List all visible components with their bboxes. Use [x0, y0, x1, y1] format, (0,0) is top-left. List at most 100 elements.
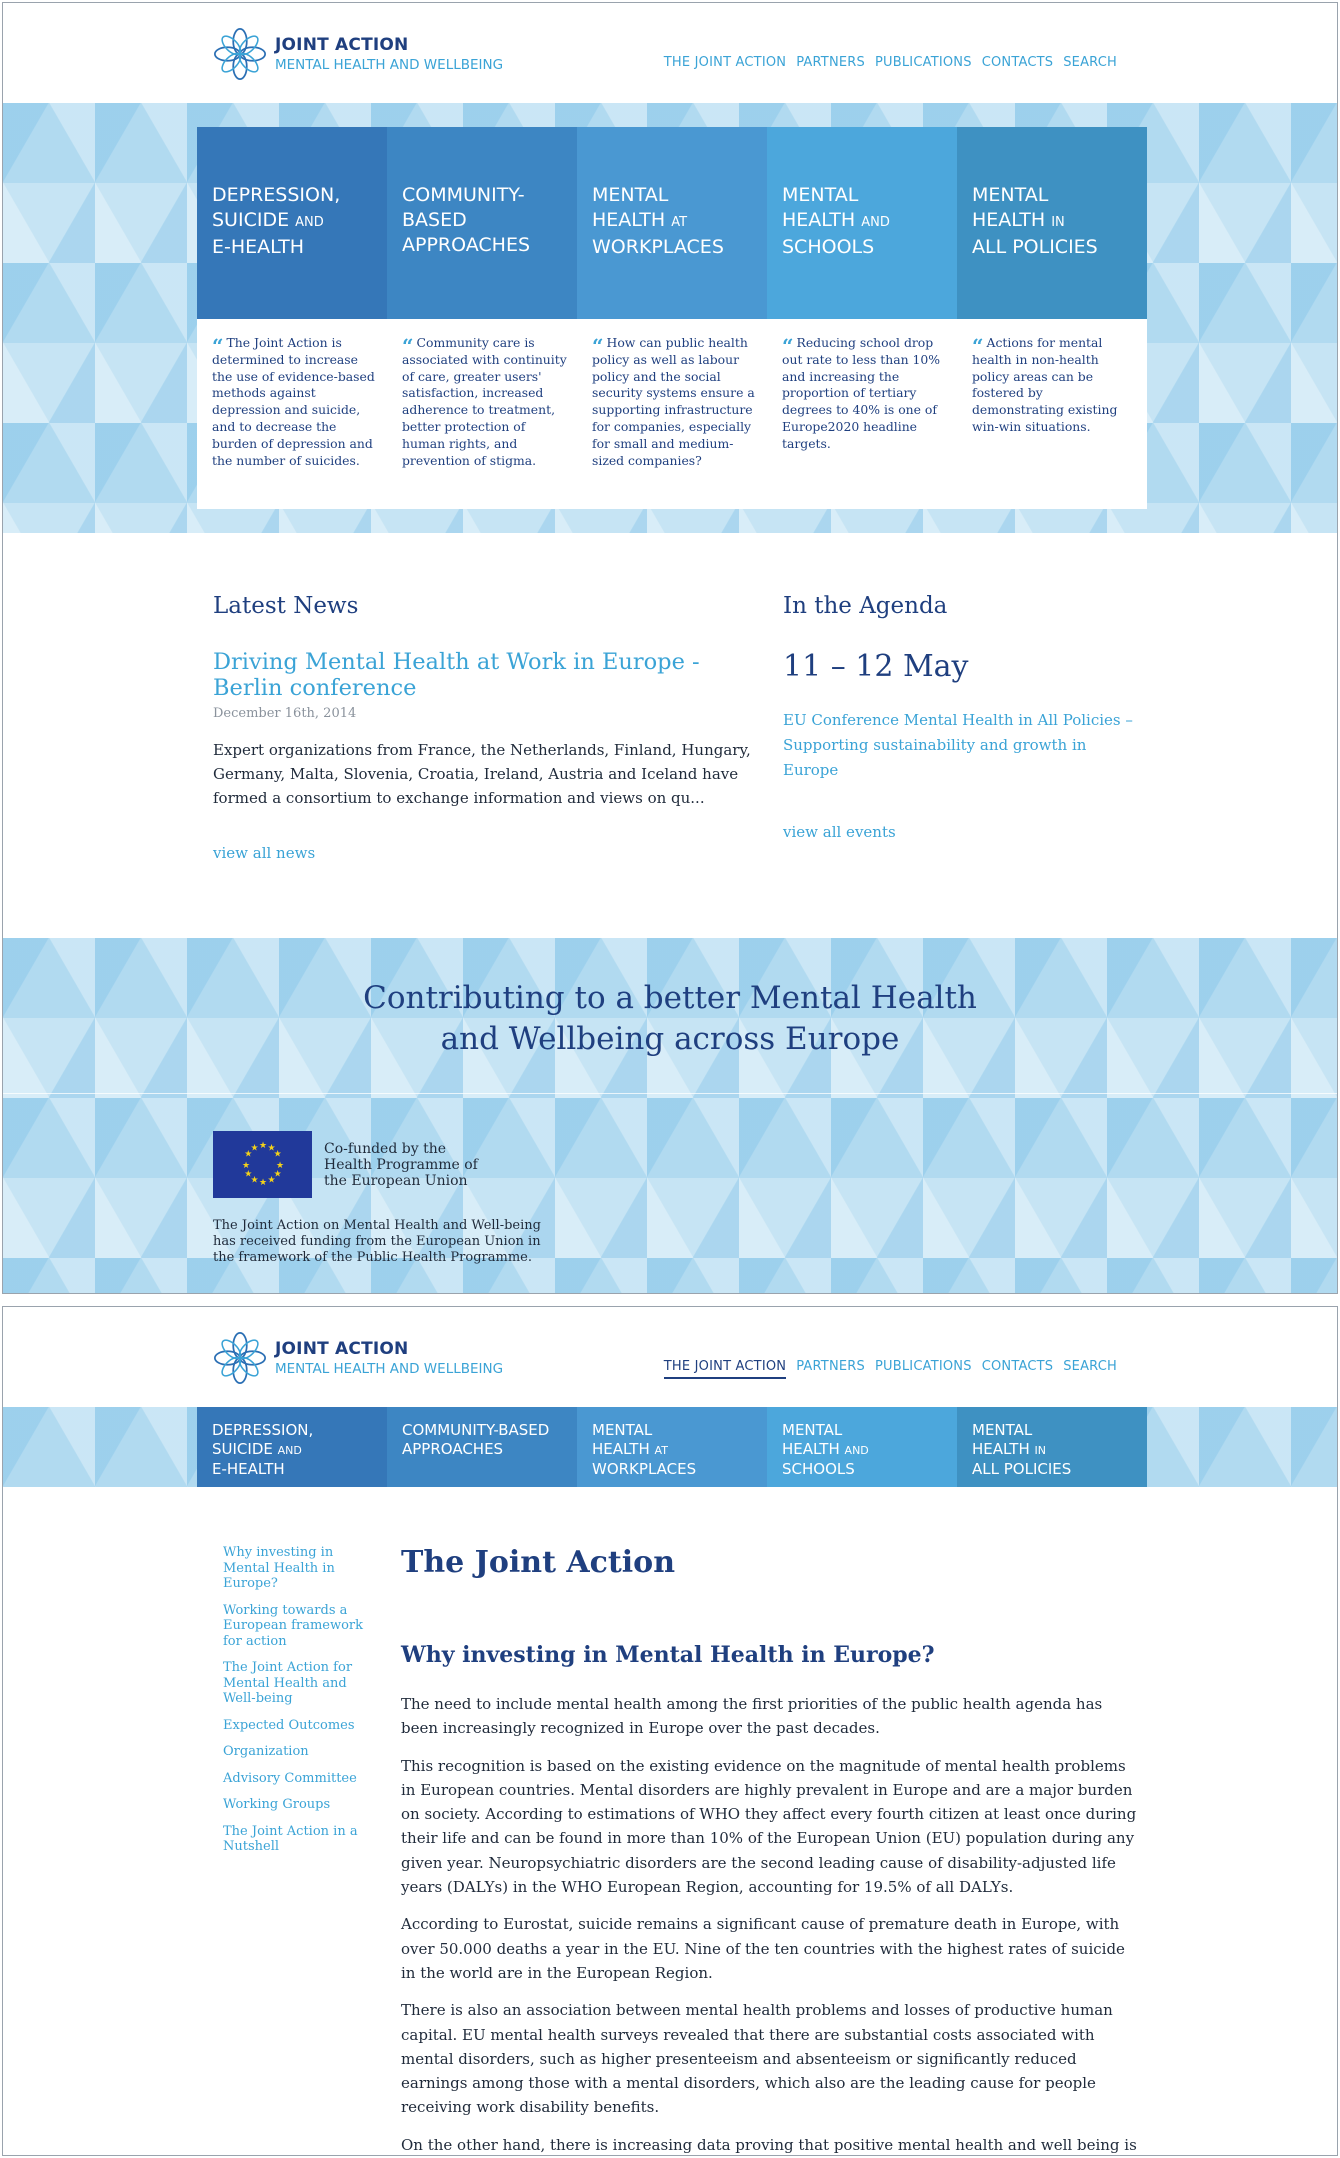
- news-excerpt: Expert organizations from France, the Ne…: [213, 741, 751, 807]
- paragraph: According to Eurostat, suicide remains a…: [401, 1915, 1125, 1982]
- card-text: How can public health policy as well as …: [592, 335, 755, 468]
- card-title-small: AT: [671, 215, 688, 230]
- svg-text:★: ★: [250, 1143, 258, 1153]
- news-section: Latest News Driving Mental Health at Wor…: [3, 533, 1337, 938]
- menu-label-line: WORKPLACES: [592, 1460, 697, 1478]
- menu-label-line: HEALTH: [782, 1439, 840, 1458]
- latest-news-title: Latest News: [213, 593, 359, 619]
- card-all-policies[interactable]: MENTAL HEALTH IN ALL POLICIES “Actions f…: [957, 127, 1147, 509]
- card-title-line: HEALTH: [782, 209, 856, 231]
- menu-label-small: AND: [277, 1443, 302, 1457]
- site-header: JOINT ACTION MENTAL HEALTH AND WELLBEING…: [3, 1307, 1337, 1407]
- card-text: The Joint Action is determined to increa…: [212, 335, 375, 468]
- card-title-small: IN: [1051, 215, 1065, 230]
- card-text: Actions for mental health in non-health …: [972, 335, 1118, 434]
- divider: [3, 1093, 1337, 1094]
- card-title-line: ALL POLICIES: [972, 236, 1098, 258]
- section-sidenav: Why investing in Mental Health in Europe…: [223, 1545, 373, 1866]
- news-headline-link[interactable]: Driving Mental Health at Work in Europe …: [213, 649, 773, 701]
- menu-schools[interactable]: MENTAL HEALTH AND SCHOOLS: [767, 1407, 957, 1487]
- latest-news: Latest News Driving Mental Health at Wor…: [213, 593, 773, 862]
- site-logo[interactable]: JOINT ACTION MENTAL HEALTH AND WELLBEING: [211, 1329, 503, 1387]
- card-title-line: DEPRESSION,: [212, 184, 341, 206]
- view-all-news-link[interactable]: view all news: [213, 844, 315, 862]
- site-logo[interactable]: JOINT ACTION MENTAL HEALTH AND WELLBEING: [211, 25, 503, 83]
- eu-cofunding: ★ ★ ★ ★ ★ ★ ★ ★ ★ ★ ★ ★ Co-funded by the…: [213, 1131, 478, 1198]
- eu-flag-icon: ★ ★ ★ ★ ★ ★ ★ ★ ★ ★ ★ ★: [213, 1131, 312, 1198]
- card-title-line: HEALTH: [592, 209, 666, 231]
- card-title[interactable]: MENTAL HEALTH AT WORKPLACES: [577, 127, 767, 319]
- menu-label-small: IN: [1034, 1443, 1047, 1457]
- main-content: The Joint Action Why investing in Mental…: [401, 1545, 1141, 2155]
- svg-text:★: ★: [273, 1149, 281, 1159]
- svg-text:★: ★: [244, 1169, 252, 1179]
- card-title[interactable]: MENTAL HEALTH IN ALL POLICIES: [957, 127, 1147, 319]
- nav-the-joint-action[interactable]: THE JOINT ACTION: [663, 1359, 787, 1379]
- menu-label-line: ALL POLICIES: [972, 1460, 1072, 1478]
- card-schools[interactable]: MENTAL HEALTH AND SCHOOLS “Reducing scho…: [767, 127, 957, 509]
- banner-slogan-line: and Wellbeing across Europe: [440, 1021, 900, 1057]
- site-header: JOINT ACTION MENTAL HEALTH AND WELLBEING…: [3, 3, 1337, 103]
- section-heading: Why investing in Mental Health in Europe…: [401, 1642, 935, 1668]
- menu-label-line: SUICIDE: [212, 1439, 273, 1458]
- card-title-line: E-HEALTH: [212, 236, 305, 258]
- banner-slogan: Contributing to a better Mental Health a…: [3, 978, 1337, 1060]
- card-title-line: SUICIDE: [212, 209, 290, 231]
- menu-label-line: MENTAL: [782, 1421, 843, 1439]
- logo-title: JOINT ACTION: [275, 1339, 409, 1359]
- card-title-line: BASED: [402, 209, 467, 231]
- sidenav-working-groups[interactable]: Working Groups: [223, 1797, 373, 1813]
- menu-all-policies[interactable]: MENTAL HEALTH IN ALL POLICIES: [957, 1407, 1147, 1487]
- nav-publications[interactable]: PUBLICATIONS: [875, 1359, 972, 1379]
- nav-contacts[interactable]: CONTACTS: [982, 1359, 1054, 1379]
- nav-the-joint-action[interactable]: THE JOINT ACTION: [664, 55, 786, 73]
- nav-partners[interactable]: PARTNERS: [796, 1359, 865, 1379]
- sidenav-advisory-committee[interactable]: Advisory Committee: [223, 1771, 373, 1787]
- card-title[interactable]: COMMUNITY- BASED APPROACHES: [387, 127, 577, 319]
- paragraph: This recognition is based on the existin…: [401, 1756, 1137, 1897]
- menu-label-line: HEALTH: [972, 1439, 1030, 1458]
- menu-label-line: DEPRESSION,: [212, 1421, 314, 1439]
- sidenav-joint-action-for-mental-health[interactable]: The Joint Action for Mental Health and W…: [223, 1660, 373, 1707]
- card-community[interactable]: COMMUNITY- BASED APPROACHES “Community c…: [387, 127, 577, 509]
- card-text: Reducing school drop out rate to less th…: [782, 335, 941, 451]
- paragraph: The need to include mental health among …: [401, 1695, 1103, 1738]
- nav-partners[interactable]: PARTNERS: [796, 55, 865, 73]
- card-title[interactable]: MENTAL HEALTH AND SCHOOLS: [767, 127, 957, 319]
- agenda-title: In the Agenda: [783, 593, 948, 619]
- nav-search[interactable]: SEARCH: [1063, 55, 1117, 73]
- sidenav-nutshell[interactable]: The Joint Action in a Nutshell: [223, 1824, 373, 1855]
- menu-community[interactable]: COMMUNITY-BASED APPROACHES: [387, 1407, 577, 1487]
- menu-depression[interactable]: DEPRESSION, SUICIDE AND E-HEALTH: [197, 1407, 387, 1487]
- card-title-line: MENTAL: [592, 184, 669, 206]
- menu-workplaces[interactable]: MENTAL HEALTH AT WORKPLACES: [577, 1407, 767, 1487]
- nav-search[interactable]: SEARCH: [1063, 1359, 1117, 1379]
- view-all-events-link[interactable]: view all events: [783, 823, 896, 841]
- nav-publications[interactable]: PUBLICATIONS: [875, 55, 972, 73]
- banner-slogan-line: Contributing to a better Mental Health: [363, 980, 977, 1016]
- nav-contacts[interactable]: CONTACTS: [982, 55, 1054, 73]
- topic-menu: DEPRESSION, SUICIDE AND E-HEALTH COMMUNI…: [197, 1407, 1147, 1487]
- menu-label-line: MENTAL: [972, 1421, 1033, 1439]
- card-title-line: MENTAL: [782, 184, 859, 206]
- card-title-line: COMMUNITY-: [402, 184, 525, 206]
- menu-label-line: SCHOOLS: [782, 1460, 855, 1478]
- topic-cards: DEPRESSION, SUICIDE AND E-HEALTH “The Jo…: [197, 127, 1147, 509]
- svg-text:★: ★: [258, 1178, 266, 1188]
- eu-text-line: the European Union: [324, 1172, 468, 1189]
- sidenav-why-investing[interactable]: Why investing in Mental Health in Europe…: [223, 1545, 373, 1592]
- card-title-small: AND: [861, 215, 890, 230]
- logo-subtitle: MENTAL HEALTH AND WELLBEING: [275, 1361, 504, 1377]
- menu-label-small: AT: [654, 1443, 668, 1457]
- card-workplaces[interactable]: MENTAL HEALTH AT WORKPLACES “How can pub…: [577, 127, 767, 509]
- card-depression[interactable]: DEPRESSION, SUICIDE AND E-HEALTH “The Jo…: [197, 127, 387, 509]
- card-title[interactable]: DEPRESSION, SUICIDE AND E-HEALTH: [197, 127, 387, 319]
- eu-text-line: Co-funded by the: [324, 1140, 446, 1157]
- agenda-date: 11 – 12 May: [783, 649, 969, 684]
- agenda-event-link[interactable]: EU Conference Mental Health in All Polic…: [783, 708, 1143, 783]
- sidenav-organization[interactable]: Organization: [223, 1744, 373, 1760]
- main-nav: THE JOINT ACTION PARTNERS PUBLICATIONS C…: [664, 55, 1117, 73]
- sidenav-european-framework[interactable]: Working towards a European framework for…: [223, 1603, 373, 1650]
- card-title-line: MENTAL: [972, 184, 1049, 206]
- sidenav-expected-outcomes[interactable]: Expected Outcomes: [223, 1718, 373, 1734]
